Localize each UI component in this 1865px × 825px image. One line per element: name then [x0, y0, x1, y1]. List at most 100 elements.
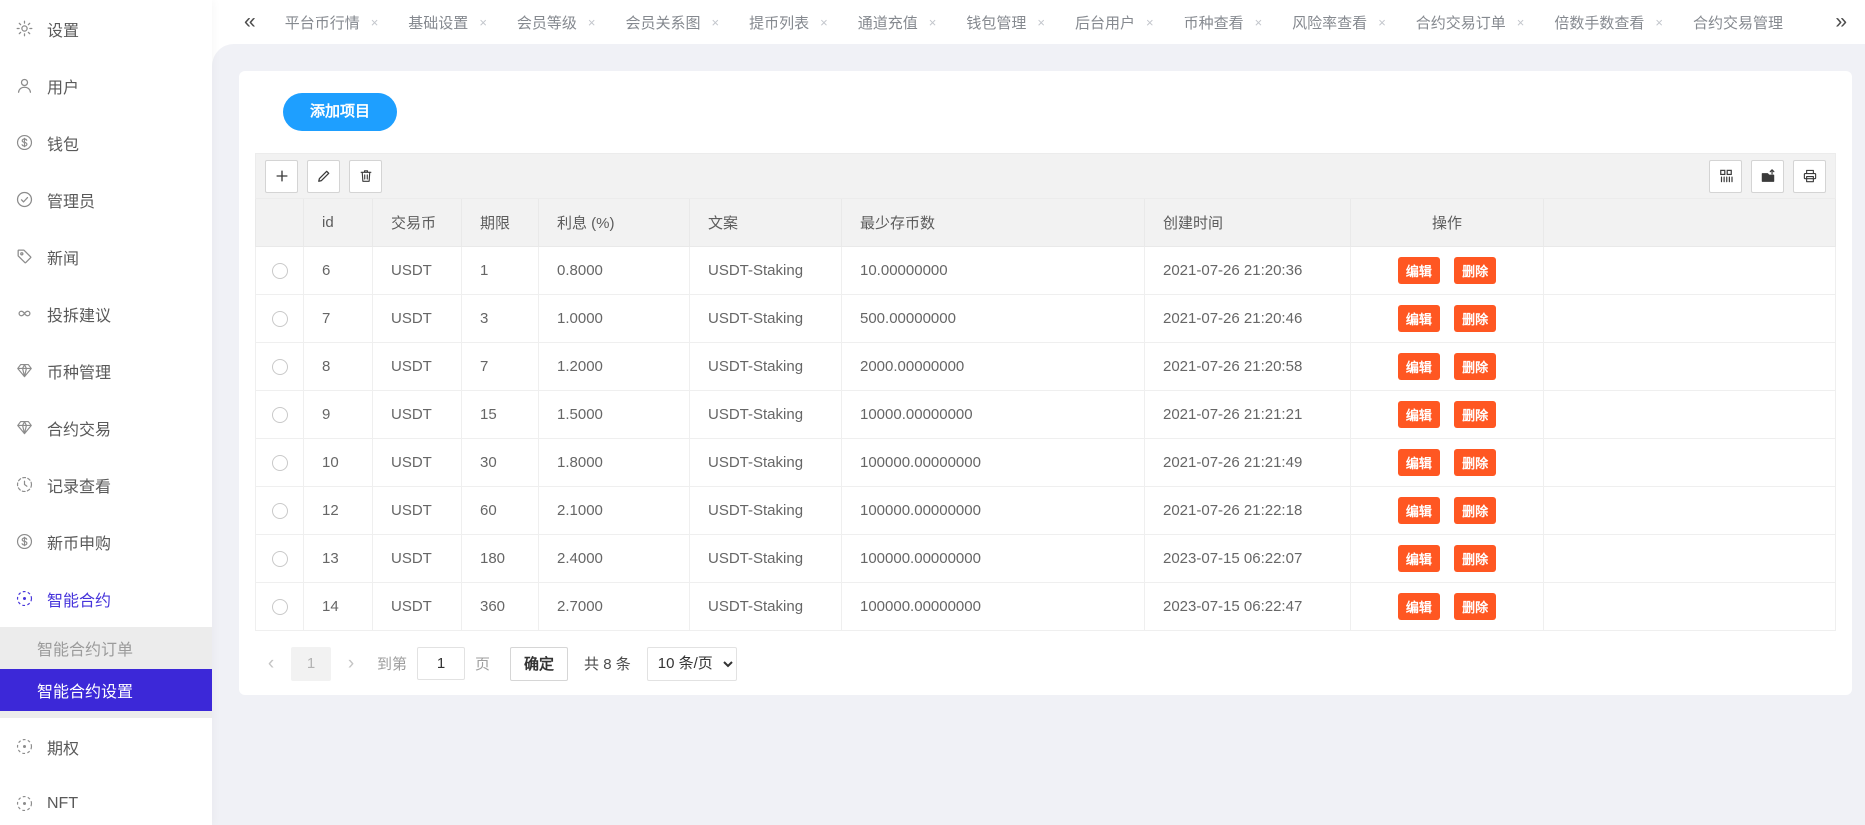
tabs-scroll-right-icon[interactable]: »	[1829, 10, 1853, 34]
print-icon	[1801, 167, 1819, 185]
delete-button[interactable]: 删除	[1454, 257, 1496, 284]
tab-close-icon[interactable]: ×	[1655, 15, 1663, 30]
edit-button[interactable]: 编辑	[1398, 449, 1440, 476]
tab-item[interactable]: 合约交易管理 ×	[1678, 12, 1798, 33]
edit-button[interactable]: 编辑	[1398, 257, 1440, 284]
edit-button[interactable]: 编辑	[1398, 401, 1440, 428]
sidebar-item[interactable]: 智能合约	[0, 570, 212, 627]
edit-button[interactable]: 编辑	[1398, 545, 1440, 572]
delete-button[interactable]: 删除	[1454, 401, 1496, 428]
cell-interest: 2.7000	[539, 582, 690, 630]
tab-close-icon[interactable]: ×	[1517, 15, 1525, 30]
tab-item[interactable]: 合约交易订单 ×	[1401, 12, 1540, 33]
tab-item[interactable]: 后台用户 ×	[1060, 12, 1169, 33]
delete-button[interactable]: 删除	[1454, 353, 1496, 380]
sidebar-nav: 设置 用户 钱包 管理员 新闻 投拆建议	[0, 0, 212, 627]
check-circle-icon	[15, 190, 34, 209]
tab-item[interactable]: 平台币行情 ×	[270, 12, 394, 33]
delete-button[interactable]: 删除	[1454, 545, 1496, 572]
edit-button[interactable]: 编辑	[1398, 497, 1440, 524]
cell-term: 1	[462, 246, 539, 294]
sidebar-item[interactable]: 设置	[0, 0, 212, 57]
prev-page-icon[interactable]: ‹	[255, 647, 287, 681]
tab-item[interactable]: 提币列表 ×	[734, 12, 843, 33]
sidebar-item-label: 投拆建议	[47, 302, 111, 326]
tool-button[interactable]	[265, 160, 298, 193]
page-size-select[interactable]: 10 条/页	[647, 647, 737, 681]
cell-created: 2023-07-15 06:22:07	[1145, 534, 1351, 582]
cell-coin: USDT	[373, 582, 462, 630]
tab-item[interactable]: 倍数手数查看 ×	[1539, 12, 1678, 33]
header-text: 文案	[690, 199, 842, 246]
header-interest: 利息 (%)	[539, 199, 690, 246]
tab-item[interactable]: 钱包管理 ×	[951, 12, 1060, 33]
tab-close-icon[interactable]: ×	[1378, 15, 1386, 30]
tab-close-icon[interactable]: ×	[371, 15, 379, 30]
delete-button[interactable]: 删除	[1454, 449, 1496, 476]
delete-button[interactable]: 删除	[1454, 497, 1496, 524]
tab-item[interactable]: 币种查看 ×	[1169, 12, 1278, 33]
sidebar-item[interactable]: 钱包	[0, 114, 212, 171]
user-icon	[15, 76, 34, 95]
plus-icon	[273, 167, 291, 185]
sidebar-item[interactable]: 币种管理	[0, 342, 212, 399]
tab-close-icon[interactable]: ×	[712, 15, 720, 30]
sidebar-item[interactable]: 合约交易	[0, 399, 212, 456]
cell-interest: 1.8000	[539, 438, 690, 486]
edit-button[interactable]: 编辑	[1398, 305, 1440, 332]
sidebar-item[interactable]: 记录查看	[0, 456, 212, 513]
current-page-button[interactable]: 1	[291, 647, 331, 681]
delete-button[interactable]: 删除	[1454, 305, 1496, 332]
tab-item[interactable]: 风险率查看 ×	[1277, 12, 1401, 33]
tab-item[interactable]: 会员等级 ×	[502, 12, 611, 33]
tab-close-icon[interactable]: ×	[1037, 15, 1045, 30]
sidebar-item[interactable]: 新闻	[0, 228, 212, 285]
sidebar-subitem[interactable]: 智能合约订单	[0, 627, 212, 669]
tool-button[interactable]	[307, 160, 340, 193]
tab-close-icon[interactable]: ×	[588, 15, 596, 30]
next-page-icon[interactable]: ›	[335, 647, 367, 681]
goto-page-input[interactable]	[417, 647, 465, 680]
tool-button[interactable]	[1709, 160, 1742, 193]
sidebar-item[interactable]: 期权	[0, 718, 212, 775]
tab-item[interactable]: 会员关系图 ×	[611, 12, 735, 33]
row-radio[interactable]	[272, 263, 288, 279]
tab-close-icon[interactable]: ×	[820, 15, 828, 30]
cell-text: USDT-Staking	[690, 342, 842, 390]
sidebar-item[interactable]: 投拆建议	[0, 285, 212, 342]
tab-close-icon[interactable]: ×	[479, 15, 487, 30]
tab-close-icon[interactable]: ×	[1255, 15, 1263, 30]
history-icon	[15, 475, 34, 494]
cell-text: USDT-Staking	[690, 438, 842, 486]
cell-interest: 1.0000	[539, 294, 690, 342]
cell-coin: USDT	[373, 390, 462, 438]
sidebar-item[interactable]: 新币申购	[0, 513, 212, 570]
row-radio[interactable]	[272, 359, 288, 375]
row-radio[interactable]	[272, 407, 288, 423]
row-radio[interactable]	[272, 311, 288, 327]
row-radio[interactable]	[272, 551, 288, 567]
tabs-scroll-left-icon[interactable]: «	[238, 10, 262, 34]
edit-button[interactable]: 编辑	[1398, 593, 1440, 620]
cell-id: 10	[304, 438, 373, 486]
sidebar-item[interactable]: 用户	[0, 57, 212, 114]
sidebar-item[interactable]: NFT	[0, 775, 212, 825]
tool-button[interactable]	[349, 160, 382, 193]
add-project-button[interactable]: 添加项目	[283, 93, 397, 131]
header-created: 创建时间	[1145, 199, 1351, 246]
row-radio[interactable]	[272, 599, 288, 615]
tab-close-icon[interactable]: ×	[929, 15, 937, 30]
tool-button[interactable]	[1793, 160, 1826, 193]
tool-button[interactable]	[1751, 160, 1784, 193]
tab-item[interactable]: 基础设置 ×	[393, 12, 502, 33]
row-radio[interactable]	[272, 455, 288, 471]
table-row: 14 USDT 360 2.7000 USDT-Staking 100000.0…	[256, 582, 1836, 630]
tab-item[interactable]: 通道充值 ×	[843, 12, 952, 33]
sidebar-subitem[interactable]: 智能合约设置	[0, 669, 212, 711]
delete-button[interactable]: 删除	[1454, 593, 1496, 620]
tab-close-icon[interactable]: ×	[1146, 15, 1154, 30]
row-radio[interactable]	[272, 503, 288, 519]
sidebar-item[interactable]: 管理员	[0, 171, 212, 228]
confirm-button[interactable]: 确定	[510, 647, 568, 681]
edit-button[interactable]: 编辑	[1398, 353, 1440, 380]
